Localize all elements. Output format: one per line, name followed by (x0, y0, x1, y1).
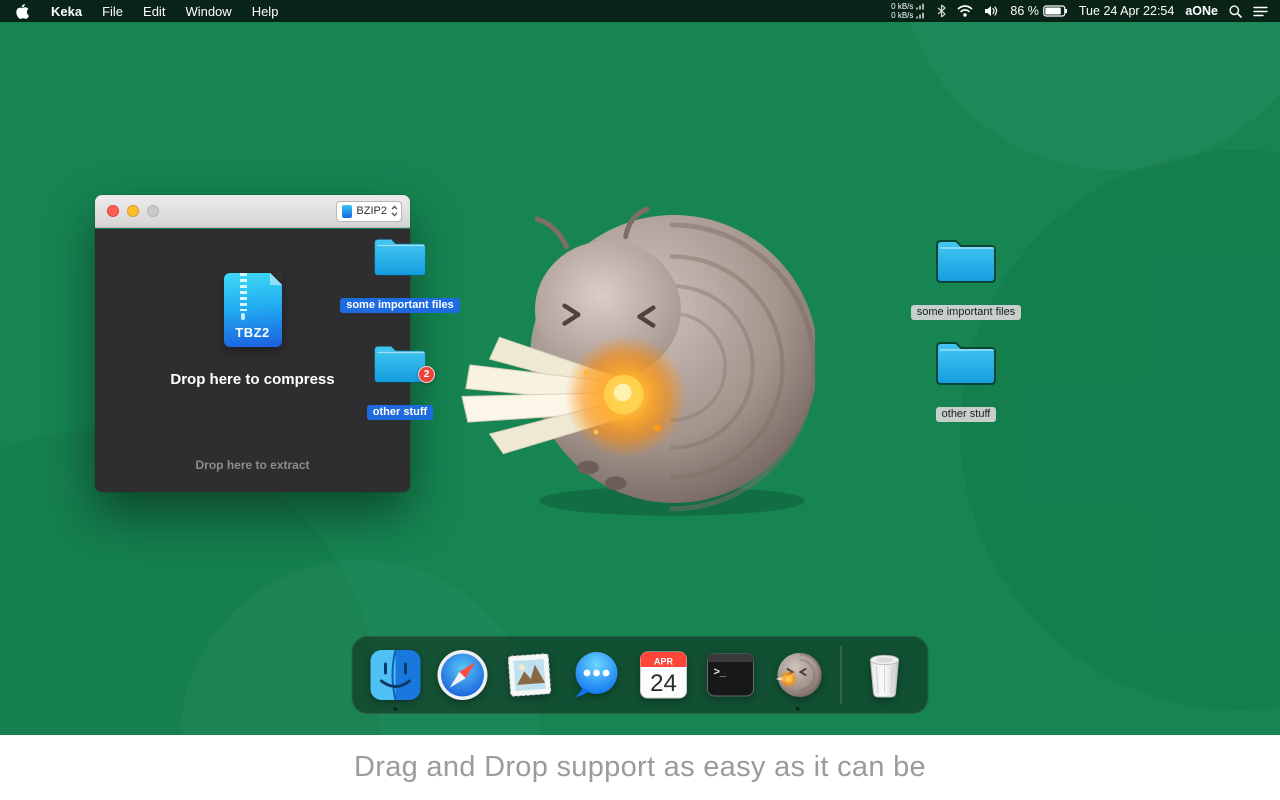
background-circle (900, 0, 1280, 170)
keka-mascot-illustration (461, 206, 815, 516)
search-icon (1229, 4, 1242, 18)
spotlight-menu[interactable] (1229, 4, 1242, 18)
zipper-icon (239, 273, 247, 320)
mail-stamp-icon (507, 653, 552, 697)
volume-menu[interactable] (984, 5, 999, 17)
net-bars-icon (916, 3, 925, 10)
menu-app-name[interactable]: Keka (41, 0, 92, 22)
dock-icon-terminal[interactable]: >_ (704, 648, 758, 702)
notification-center-menu[interactable] (1253, 6, 1268, 17)
folder-icon[interactable] (372, 233, 428, 279)
messages-icon (574, 652, 618, 697)
network-speed-indicator[interactable]: 0 kB/s 0 kB/s (891, 1, 926, 20)
zoom-button[interactable] (147, 205, 159, 217)
clock-menu[interactable]: Tue 24 Apr 22:54 (1079, 4, 1174, 18)
terminal-icon: >_ (707, 653, 754, 697)
chevron-up-down-icon (391, 205, 398, 217)
item-count-badge: 2 (418, 366, 435, 383)
wifi-icon (957, 5, 973, 17)
menu-help[interactable]: Help (242, 0, 289, 22)
caption-text: Drag and Drop support as easy as it can … (354, 751, 926, 783)
dock-icon-trash[interactable] (858, 648, 912, 702)
desktop-item[interactable]: other stuff (901, 336, 1031, 422)
dock-icon-safari[interactable] (436, 648, 490, 702)
terminal-prompt-label: >_ (714, 666, 727, 678)
dragged-item-label: some important files (340, 298, 460, 313)
dock-separator (840, 646, 842, 704)
safari-icon (437, 650, 488, 700)
desktop-item-label: some important files (910, 305, 1022, 320)
running-indicator (393, 707, 398, 711)
running-indicator (795, 707, 800, 711)
calendar-day-label: 24 (650, 670, 677, 697)
tbz2-file-icon: TBZ2 (223, 273, 282, 347)
dock-icon-messages[interactable] (570, 648, 624, 702)
menu-window[interactable]: Window (175, 0, 241, 22)
folder-icon[interactable] (934, 234, 998, 286)
dock: APR 24 >_ (351, 636, 929, 714)
apple-icon (16, 3, 29, 19)
dock-icon-finder[interactable] (369, 648, 423, 711)
extract-drop-label: Drop here to extract (195, 458, 310, 472)
menu-bar: Keka File Edit Window Help 0 kB/s 0 kB/s (0, 0, 1280, 22)
desktop-item-label: other stuff (935, 407, 997, 422)
dragged-item[interactable]: 2 other stuff (335, 340, 465, 420)
caption-bar: Drag and Drop support as easy as it can … (0, 735, 1280, 800)
calendar-month-label: APR (654, 657, 674, 667)
desktop: Keka File Edit Window Help 0 kB/s 0 kB/s (0, 0, 1280, 800)
compress-drop-label: Drop here to compress (170, 371, 335, 388)
menu-edit[interactable]: Edit (133, 0, 175, 22)
net-down-label: 0 kB/s (891, 10, 914, 20)
dock-icon-calendar[interactable]: APR 24 (637, 648, 691, 702)
calendar-icon: APR 24 (640, 651, 687, 699)
finder-icon (370, 649, 421, 701)
page-fold-icon (269, 273, 282, 285)
desktop-item[interactable]: some important files (901, 234, 1031, 320)
dock-icon-mail[interactable] (503, 648, 557, 702)
battery-menu[interactable]: 86 % (1010, 4, 1068, 18)
format-dropdown[interactable]: BZIP2 (336, 200, 402, 222)
dragged-item-label: other stuff (366, 405, 434, 420)
archive-doc-icon (342, 204, 353, 218)
window-titlebar[interactable]: BZIP2 (95, 195, 410, 228)
net-bars-icon (916, 12, 925, 19)
battery-percent-label: 86 % (1010, 4, 1039, 18)
close-button[interactable] (107, 205, 119, 217)
apple-menu[interactable] (0, 0, 41, 22)
file-format-badge: TBZ2 (235, 325, 270, 340)
battery-icon (1043, 5, 1067, 17)
bluetooth-icon (938, 4, 946, 18)
minimize-button[interactable] (127, 205, 139, 217)
folder-icon[interactable] (934, 336, 998, 388)
list-icon (1253, 6, 1268, 16)
volume-icon (985, 6, 998, 16)
dragged-item[interactable]: some important files (335, 233, 465, 313)
user-menu[interactable]: aONe (1185, 4, 1218, 18)
trash-icon (869, 654, 900, 698)
dock-icon-keka[interactable] (771, 648, 825, 711)
keka-app-icon (775, 652, 822, 698)
bluetooth-menu[interactable] (937, 4, 946, 18)
net-up-label: 0 kB/s (891, 1, 914, 11)
format-dropdown-value: BZIP2 (356, 205, 387, 217)
menu-file[interactable]: File (92, 0, 133, 22)
wifi-menu[interactable] (957, 5, 973, 17)
